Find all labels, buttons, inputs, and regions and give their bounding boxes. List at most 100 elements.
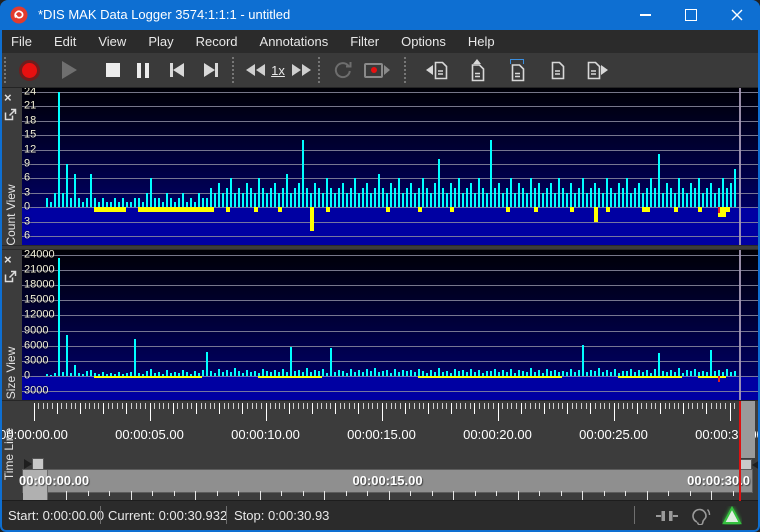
ruler-time-label: 00:00:00.00 <box>0 427 68 442</box>
step-back-button[interactable] <box>242 56 268 84</box>
ruler-tick <box>325 403 327 409</box>
loop-button[interactable] <box>328 56 358 84</box>
data-bar <box>386 369 388 376</box>
data-bar <box>578 370 580 376</box>
push-annotation-button[interactable] <box>460 56 494 84</box>
ruler-tick <box>697 403 699 409</box>
data-bar <box>574 192 576 208</box>
data-bar <box>354 371 356 376</box>
data-bar <box>318 188 320 208</box>
mini-ruler-tick <box>238 491 239 496</box>
ruler-tick <box>293 403 295 409</box>
ruler-tick <box>344 403 346 409</box>
playback-speed[interactable]: 1x <box>266 56 290 84</box>
menu-help[interactable]: Help <box>457 30 506 53</box>
panel-close-icon[interactable]: × <box>4 253 12 266</box>
mini-ruler-tick <box>410 491 411 496</box>
menu-file[interactable]: File <box>0 30 43 53</box>
stop-button[interactable] <box>98 56 128 84</box>
data-bar <box>514 192 516 208</box>
negative-data-bar <box>506 207 510 212</box>
data-bar <box>714 192 716 208</box>
packet-count-plot[interactable]: 24 21 18 15 12 9 6 3 0 3 6 <box>22 88 758 245</box>
gridline <box>22 255 758 256</box>
minimize-button[interactable] <box>622 0 668 30</box>
data-bar <box>74 173 76 208</box>
menu-edit[interactable]: Edit <box>43 30 87 53</box>
mini-ruler-tick <box>668 491 669 496</box>
data-bar <box>702 192 704 208</box>
negative-data-bar <box>198 375 202 378</box>
data-bar <box>214 192 216 208</box>
data-bar <box>294 188 296 208</box>
data-bar <box>350 188 352 208</box>
negative-data-bar <box>254 207 258 212</box>
gridline <box>22 330 758 332</box>
data-bar <box>458 178 460 208</box>
data-bar <box>534 188 536 208</box>
data-bar <box>518 183 520 208</box>
mark-annotation-button[interactable] <box>500 56 534 84</box>
y-axis-label: 6 <box>24 171 31 184</box>
mini-ruler-tick <box>87 491 89 496</box>
menu-record[interactable]: Record <box>185 30 249 53</box>
data-bar <box>306 368 308 376</box>
menu-play[interactable]: Play <box>137 30 184 53</box>
toolbar-grip[interactable] <box>4 57 6 83</box>
data-bar <box>586 192 588 208</box>
data-bar <box>562 370 564 376</box>
data-bar <box>354 178 356 208</box>
data-bar <box>126 202 128 208</box>
skip-to-end-button[interactable] <box>196 56 226 84</box>
record-session-button[interactable] <box>362 56 392 84</box>
packet-size-plot[interactable]: 24000 21000 18000 15000 12000 9000 6000 3000 0 30… <box>22 250 758 400</box>
ruler-tick <box>604 403 606 409</box>
data-bar <box>438 159 440 208</box>
data-bar <box>50 374 52 376</box>
ruler-end-zone <box>740 401 755 458</box>
data-bar <box>54 372 56 376</box>
data-bar <box>582 344 584 376</box>
pause-button[interactable] <box>128 56 158 84</box>
timeline-cursor[interactable] <box>739 401 741 501</box>
step-forward-button[interactable] <box>288 56 314 84</box>
menu-annotations[interactable]: Annotations <box>249 30 340 53</box>
close-button[interactable] <box>714 0 760 30</box>
skip-to-start-button[interactable] <box>162 56 192 84</box>
panel-close-icon[interactable]: × <box>4 91 12 104</box>
ruler-tick <box>427 403 429 414</box>
data-bar <box>82 202 84 208</box>
data-bar <box>606 370 608 376</box>
ruler-tick <box>61 403 63 409</box>
negative-data-bar <box>386 207 390 212</box>
menu-view[interactable]: View <box>87 30 137 53</box>
ruler-tick <box>246 403 248 409</box>
mini-ruler-tick <box>302 491 304 496</box>
data-bar <box>302 140 304 208</box>
range-scrollbar[interactable]: 00:00:00.00 00:00:15.00 00:00:30.0 <box>19 469 753 500</box>
negative-data-bar <box>606 207 610 212</box>
data-bar <box>430 192 432 208</box>
annotation-document-button[interactable] <box>540 56 574 84</box>
record-button[interactable] <box>14 56 44 84</box>
ruler-tick <box>659 403 661 414</box>
data-bar <box>190 197 192 208</box>
data-bar <box>90 173 92 208</box>
maximize-button[interactable] <box>668 0 714 30</box>
ruler-tick <box>581 403 583 409</box>
title-bar[interactable]: *DIS MAK Data Logger 3574:1:1:1 - untitl… <box>0 0 760 30</box>
panel-export-icon[interactable] <box>4 270 17 283</box>
data-bar <box>482 188 484 208</box>
panel-export-icon[interactable] <box>4 108 17 121</box>
menu-options[interactable]: Options <box>390 30 457 53</box>
menu-filter[interactable]: Filter <box>339 30 390 53</box>
data-bar <box>418 368 420 376</box>
timeline-ruler[interactable]: 00:00:00.00 00:00:05.00 00:00:10.00 00:00:1… <box>0 401 760 457</box>
play-button[interactable] <box>54 56 84 84</box>
next-annotation-button[interactable] <box>580 56 614 84</box>
data-bar <box>226 370 228 376</box>
prev-annotation-button[interactable] <box>420 56 454 84</box>
mini-ruler-tick <box>259 491 261 500</box>
data-bar <box>506 188 508 208</box>
mini-ruler-tick <box>109 491 110 496</box>
